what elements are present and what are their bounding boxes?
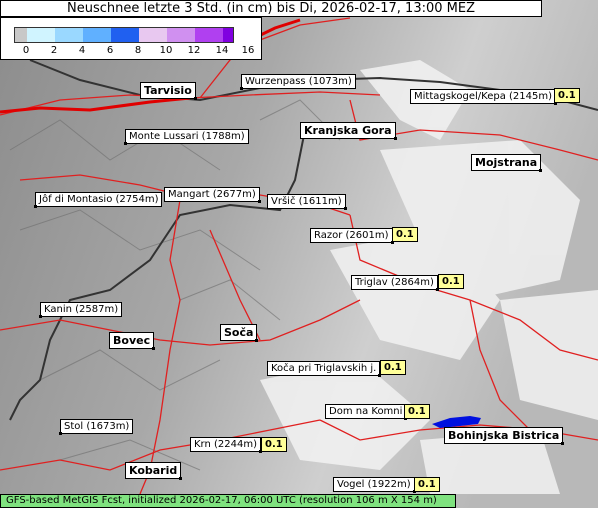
place-label-jof-di-montasio: Jôf di Montasio (2754m) <box>33 192 163 208</box>
snow-value-krn: 0.1 <box>261 437 287 452</box>
legend-swatch <box>55 28 83 42</box>
snow-value-razor: 0.1 <box>392 227 418 242</box>
legend-tick: 14 <box>215 45 229 56</box>
snowfall-legend: 0 2 4 6 8 10 12 14 16 <box>0 17 262 60</box>
snow-value-koca-pri-triglavskih: 0.1 <box>380 360 406 375</box>
legend-tick: 8 <box>134 45 142 56</box>
legend-swatch <box>27 28 55 42</box>
town-label-bovec: Bovec <box>109 332 156 350</box>
place-label-wurzenpass: Wurzenpass (1073m) <box>240 74 356 90</box>
map-title: Neuschnee letzte 3 Std. (in cm) bis Di, … <box>0 0 542 17</box>
place-label-vogel: Vogel (1922m) <box>333 477 416 493</box>
legend-color-bar <box>14 27 234 43</box>
place-label-stol: Stol (1673m) <box>58 419 134 435</box>
town-label-tarvisio: Tarvisio <box>140 82 197 100</box>
place-label-monte-lussari: Monte Lussari (1788m) <box>124 129 249 145</box>
legend-tick: 10 <box>159 45 173 56</box>
place-label-mittagskogel: Mittagskogel/Kepa (2145m) <box>410 89 557 105</box>
snow-value-vogel: 0.1 <box>414 477 440 492</box>
place-label-mangart: Mangart (2677m) <box>164 187 261 203</box>
legend-tick: 4 <box>78 45 86 56</box>
place-label-kanin: Kanin (2587m) <box>38 302 123 318</box>
legend-swatch <box>195 28 223 42</box>
legend-tick: 12 <box>187 45 201 56</box>
town-label-mojstrana: Mojstrana <box>471 154 543 172</box>
town-label-kobarid: Kobarid <box>125 462 183 480</box>
forecast-info-footer: GFS-based MetGIS Fcst, initialized 2026-… <box>0 494 456 508</box>
place-label-triglav: Triglav (2864m) <box>351 275 439 291</box>
place-label-dom-na-komni: Dom na Komni <box>325 404 408 420</box>
town-label-bohinjska-bistrica: Bohinjska Bistrica <box>444 427 565 445</box>
place-label-krn: Krn (2244m) <box>190 437 263 453</box>
legend-swatch <box>15 28 27 42</box>
snow-value-mittagskogel: 0.1 <box>554 88 580 103</box>
snow-value-triglav: 0.1 <box>438 274 464 289</box>
legend-swatch <box>83 28 111 42</box>
legend-tick: 2 <box>50 45 58 56</box>
snow-value-dom-na-komni: 0.1 <box>404 404 430 419</box>
place-label-koca-pri-triglavskih: Koča pri Triglavskih j. <box>267 361 382 377</box>
legend-swatch <box>139 28 167 42</box>
place-label-vrsic: Vršič (1611m) <box>267 194 347 210</box>
town-label-kranjska-gora: Kranjska Gora <box>300 122 397 140</box>
legend-tick: 0 <box>22 45 30 56</box>
place-label-razor: Razor (2601m) <box>310 228 394 244</box>
legend-swatch <box>223 28 233 42</box>
town-label-soca: Soča <box>220 324 259 342</box>
legend-swatch <box>167 28 195 42</box>
legend-swatch <box>111 28 139 42</box>
legend-tick: 16 <box>241 45 255 56</box>
legend-tick: 6 <box>106 45 114 56</box>
